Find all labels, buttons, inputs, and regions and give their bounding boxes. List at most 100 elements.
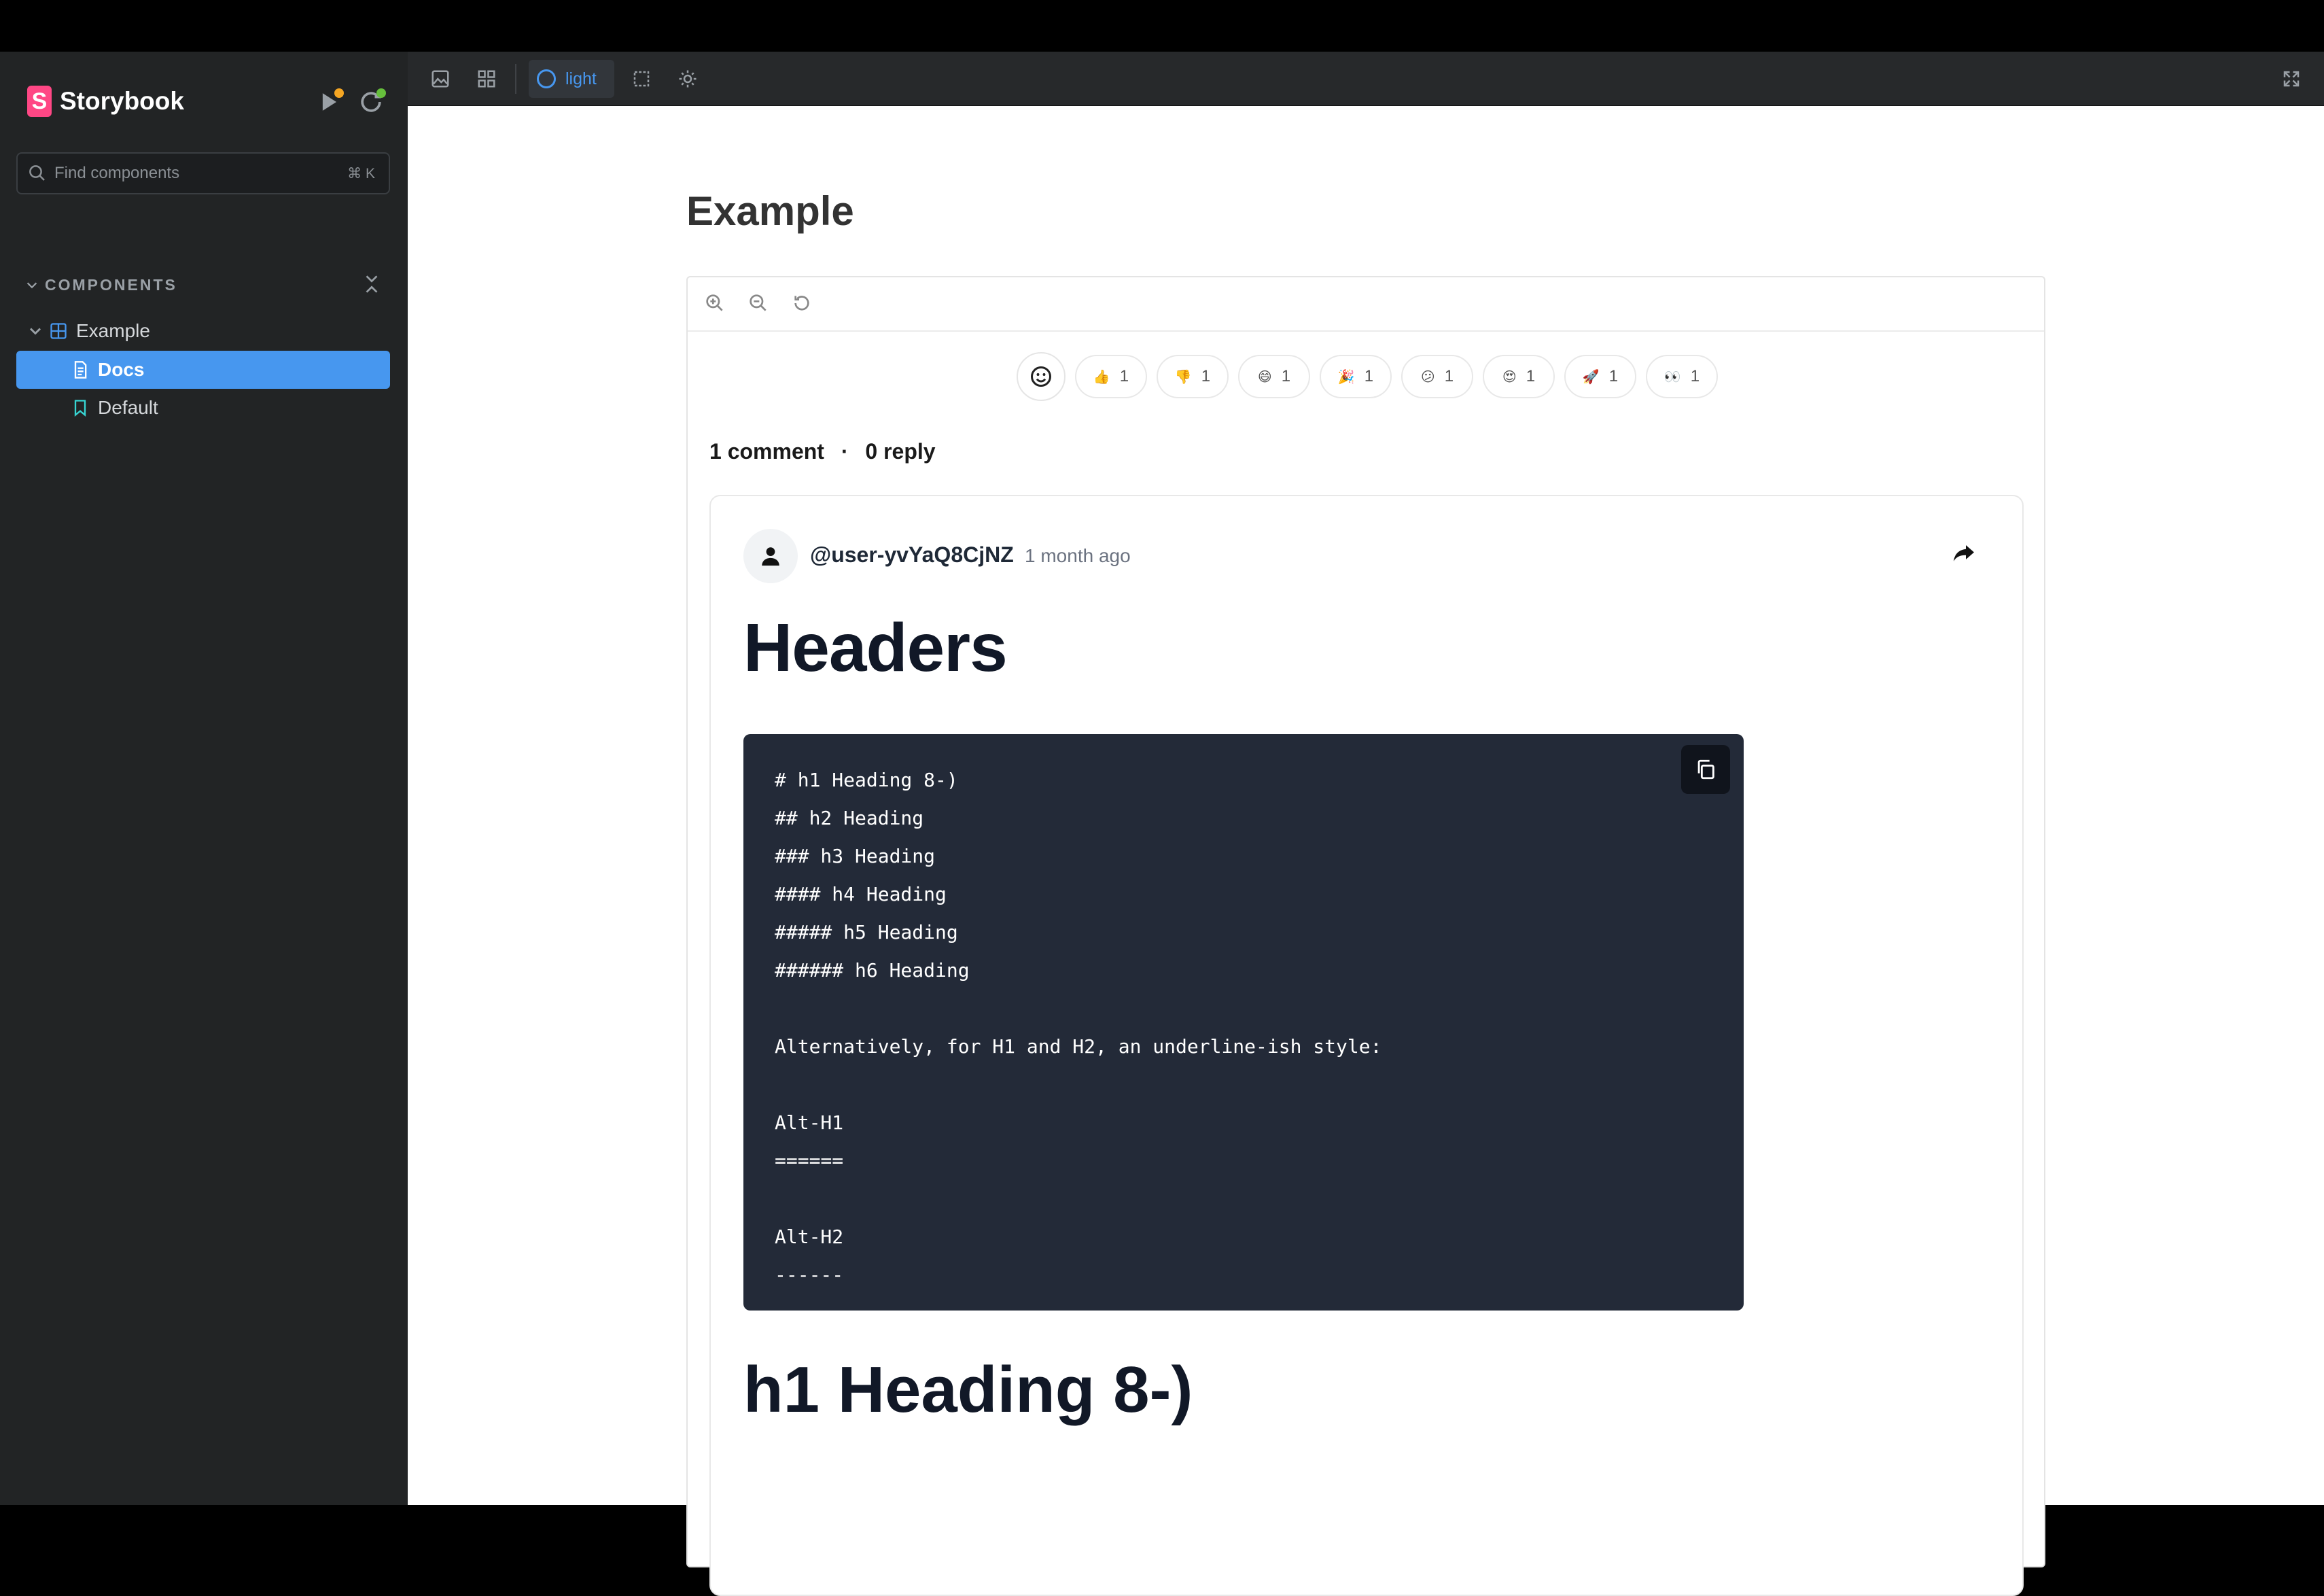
reaction-count: 1 (1119, 367, 1129, 385)
measure-button[interactable] (673, 64, 703, 94)
code-line: Alt-H1 (775, 1111, 844, 1134)
page-title: Example (686, 188, 854, 234)
collapse-all-icon[interactable] (363, 273, 381, 295)
comment-heading: Headers (743, 610, 1008, 686)
os-top-bar (0, 0, 2324, 52)
outline-button[interactable] (627, 64, 656, 94)
search-shortcut: ⌘ K (347, 165, 375, 181)
reaction-confused[interactable]: 😕 1 (1401, 355, 1473, 398)
theme-label: light (565, 69, 597, 88)
reaction-count: 1 (1201, 367, 1211, 385)
comment-time: 1 month ago (1025, 545, 1131, 566)
tree-label: Docs (98, 359, 145, 380)
comment-count: 1 comment (709, 439, 824, 464)
copy-code-button[interactable] (1681, 745, 1730, 794)
zoom-reset-button[interactable] (791, 292, 815, 317)
reactions-bar: 👍 1 👎 1 😄 1 🎉 1 😕 1 😍 1 🚀 1 👀 1 (1017, 352, 1727, 401)
code-line: ### h3 Heading (775, 845, 936, 867)
tree-item-example[interactable]: Example (16, 312, 390, 350)
tree-item-docs[interactable]: Docs (16, 351, 390, 389)
party-icon: 🎉 (1337, 369, 1355, 385)
app-name: Storybook (60, 87, 184, 115)
reaction-count: 1 (1608, 367, 1619, 385)
smiley-icon (1031, 366, 1051, 387)
comment-card: @user-yvYaQ8CjNZ 1 month ago Headers # h… (709, 495, 2024, 1596)
document-icon (74, 361, 87, 379)
background-button[interactable] (425, 64, 455, 94)
code-block: # h1 Heading 8-) ## h2 Heading ### h3 Head… (743, 734, 1744, 1311)
reaction-thumbs-down[interactable]: 👎 1 (1157, 355, 1229, 398)
code-line: # h1 Heading 8-) (775, 769, 958, 791)
search-icon (29, 165, 45, 181)
eyes-icon: 👀 (1663, 369, 1681, 385)
status-dot (376, 88, 386, 98)
zoom-in-icon (706, 294, 723, 311)
toolbar: light (408, 52, 2324, 106)
comment-summary: 1 comment · 0 reply (709, 439, 936, 464)
reaction-heart-eyes[interactable]: 😍 1 (1483, 355, 1555, 398)
sun-icon (679, 70, 697, 88)
zoom-out-button[interactable] (747, 292, 772, 317)
play-tests-button[interactable] (314, 87, 344, 117)
thumbs-down-icon: 👎 (1174, 369, 1192, 385)
docs-canvas: Example 👍1 👎1 😄1 🎉1 😕1 😍1 🚀1 👀1 (408, 106, 2324, 1596)
image-icon (432, 70, 449, 88)
code-line: ====== (775, 1149, 844, 1172)
laugh-icon: 😄 (1257, 369, 1272, 385)
code-line: #### h4 Heading (775, 883, 947, 905)
outline-icon (633, 71, 650, 87)
separator: · (841, 439, 849, 464)
chevron-down-icon (29, 328, 41, 335)
reaction-laugh[interactable]: 😄 1 (1238, 355, 1310, 398)
fullscreen-button[interactable] (2276, 64, 2306, 94)
rocket-icon: 🚀 (1582, 369, 1600, 385)
search-input[interactable] (54, 164, 326, 183)
comment-author[interactable]: @user-yvYaQ8CjNZ (810, 542, 1014, 568)
reaction-hooray[interactable]: 🎉 1 (1320, 355, 1392, 398)
reaction-eyes[interactable]: 👀 1 (1646, 355, 1718, 398)
section-label: COMPONENTS (45, 276, 177, 294)
heart-eyes-icon: 😍 (1502, 369, 1517, 385)
section-components[interactable]: COMPONENTS (24, 276, 177, 294)
user-icon (762, 547, 779, 566)
storybook-brand[interactable]: S Storybook (27, 86, 184, 117)
code-line: ## h2 Heading (775, 807, 924, 829)
sidebar: S Storybook ⌘ K COMPONENTS Example Docs … (0, 52, 408, 1505)
circle-icon (537, 69, 556, 88)
reaction-rocket[interactable]: 🚀 1 (1564, 355, 1636, 398)
share-button[interactable] (1952, 541, 1979, 568)
rendered-h1: h1 Heading 8-) (743, 1353, 1193, 1426)
grid-icon (478, 70, 495, 88)
reply-count: 0 reply (865, 439, 936, 464)
reaction-count: 1 (1526, 367, 1536, 385)
storybook-logo-icon: S (27, 86, 52, 117)
reaction-thumbs-up[interactable]: 👍 1 (1075, 355, 1147, 398)
reaction-count: 1 (1690, 367, 1700, 385)
code-line: Alt-H2 (775, 1226, 844, 1248)
reaction-count: 1 (1444, 367, 1454, 385)
copy-icon (1697, 759, 1714, 780)
reaction-count: 1 (1281, 367, 1291, 385)
notification-dot (334, 88, 344, 98)
tree-label: Default (98, 397, 158, 418)
toolbar-divider (515, 64, 516, 94)
add-reaction-button[interactable] (1017, 352, 1066, 401)
code-line: Alternatively, for H1 and H2, an underli… (775, 1035, 1382, 1058)
code-line: ------ (775, 1264, 844, 1286)
preview-toolbar (688, 277, 2044, 332)
zoom-in-button[interactable] (704, 292, 728, 317)
code-line: ###### h6 Heading (775, 959, 970, 982)
tree-item-default[interactable]: Default (16, 389, 390, 427)
theme-toggle-button[interactable]: light (529, 60, 614, 98)
search-box[interactable]: ⌘ K (16, 152, 390, 194)
reset-icon (794, 296, 809, 311)
component-icon (50, 323, 67, 339)
bookmark-icon (74, 400, 86, 417)
chevron-down-icon (27, 282, 37, 288)
zoom-out-icon (750, 294, 767, 311)
grid-button[interactable] (472, 64, 501, 94)
thumbs-up-icon: 👍 (1093, 369, 1110, 385)
sync-status-button[interactable] (356, 87, 386, 117)
